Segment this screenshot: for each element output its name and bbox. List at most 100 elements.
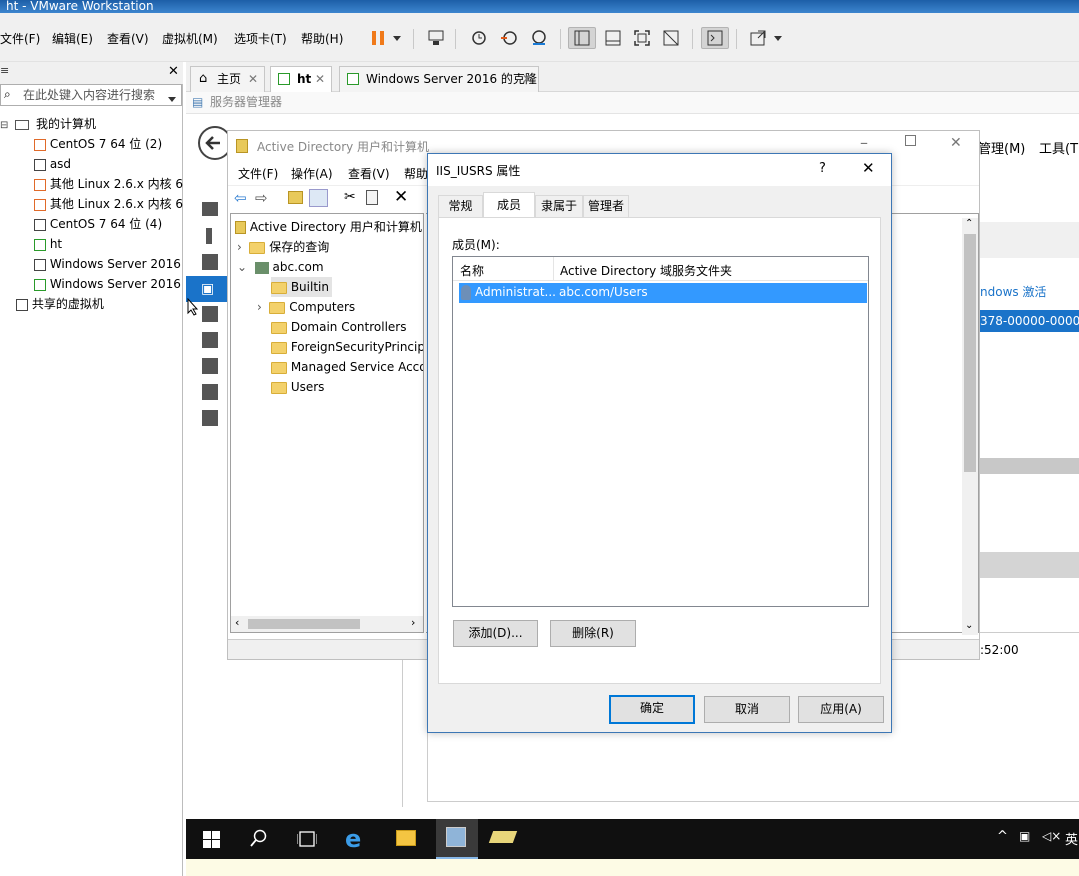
task-view-icon[interactable] bbox=[296, 831, 318, 850]
library-shared[interactable]: 共享的虚拟机 bbox=[16, 294, 104, 314]
remote-access-icon[interactable] bbox=[202, 410, 218, 426]
console-tree-icon[interactable] bbox=[309, 189, 328, 207]
send-keys-icon[interactable] bbox=[422, 27, 450, 49]
aduc-menu-help[interactable]: 帮助 bbox=[404, 165, 428, 182]
menu-file[interactable]: 文件(F) bbox=[0, 30, 40, 47]
thumbnail-icon[interactable] bbox=[599, 27, 627, 49]
library-vm[interactable]: 其他 Linux 2.6.x 内核 6 bbox=[34, 194, 183, 214]
tab-ht[interactable]: ht ✕ bbox=[270, 66, 332, 93]
menu-help[interactable]: 帮助(H) bbox=[301, 30, 343, 47]
library-vm[interactable]: Windows Server 2016 bbox=[34, 254, 181, 274]
close-tab-icon[interactable]: ✕ bbox=[315, 67, 325, 91]
aduc-menu-view[interactable]: 查看(V) bbox=[348, 165, 390, 182]
ad-users-computers-taskbar-icon[interactable] bbox=[488, 831, 518, 843]
collapse-icon[interactable]: ⊟ bbox=[0, 120, 8, 131]
aduc-tree-ou[interactable]: Domain Controllers bbox=[271, 317, 407, 337]
dropdown-icon[interactable] bbox=[388, 27, 406, 49]
search-icon[interactable] bbox=[250, 829, 268, 850]
apply-button[interactable]: 应用(A) bbox=[798, 696, 884, 723]
all-servers-icon[interactable] bbox=[202, 254, 218, 270]
paste-icon[interactable] bbox=[366, 190, 378, 205]
windows-activation-link[interactable]: ndows 激活 bbox=[980, 283, 1046, 300]
aduc-tree-ou[interactable]: Users bbox=[271, 377, 324, 397]
product-id-row[interactable]: 378-00000-00000 bbox=[980, 310, 1079, 332]
library-icon[interactable] bbox=[568, 27, 596, 49]
dashboard-icon[interactable] bbox=[202, 202, 218, 216]
aduc-tree-ou[interactable]: Managed Service Acco bbox=[271, 357, 423, 377]
search-dropdown-icon[interactable] bbox=[168, 91, 176, 105]
close-icon[interactable]: ✕ bbox=[168, 64, 179, 79]
horizontal-scrollbar[interactable]: ‹ › bbox=[231, 616, 423, 632]
menu-tabs[interactable]: 选项卡(T) bbox=[234, 30, 287, 47]
fullscreen-icon[interactable] bbox=[628, 27, 656, 49]
revert-snapshot-icon[interactable] bbox=[495, 27, 523, 49]
add-button[interactable]: 添加(D)... bbox=[453, 620, 538, 647]
scroll-up-icon[interactable]: ⌃ bbox=[965, 218, 973, 229]
delete-icon[interactable]: ✕ bbox=[394, 187, 408, 207]
unity-icon[interactable] bbox=[657, 27, 685, 49]
stretch-icon[interactable] bbox=[744, 27, 772, 49]
ad-cs-icon[interactable] bbox=[202, 384, 218, 400]
console-icon[interactable] bbox=[701, 27, 729, 49]
cancel-button[interactable]: 取消 bbox=[704, 696, 790, 723]
menu-vm[interactable]: 虚拟机(M) bbox=[162, 30, 218, 47]
column-header-folder[interactable]: Active Directory 域服务文件夹 bbox=[560, 262, 732, 279]
tab-member-of[interactable]: 隶属于 bbox=[535, 195, 583, 217]
minimize-icon[interactable]: – bbox=[860, 133, 868, 152]
menu-edit[interactable]: 编辑(E) bbox=[52, 30, 93, 47]
dns-icon[interactable] bbox=[202, 358, 218, 374]
menu-view[interactable]: 查看(V) bbox=[107, 30, 149, 47]
back-icon[interactable]: ⇦ bbox=[234, 189, 247, 207]
library-vm[interactable]: CentOS 7 64 位 (4) bbox=[34, 214, 162, 234]
tab-general[interactable]: 常规 bbox=[438, 195, 483, 217]
tab-home[interactable]: ⌂ 主页 ✕ bbox=[190, 66, 265, 92]
library-search-input[interactable]: 在此处键入内容进行搜索 bbox=[0, 84, 182, 106]
ok-button[interactable]: 确定 bbox=[609, 695, 695, 724]
expand-icon[interactable]: › bbox=[237, 240, 242, 254]
aduc-tree-root[interactable]: Active Directory 用户和计算机 bbox=[235, 217, 422, 237]
tab-members[interactable]: 成员 bbox=[483, 192, 535, 218]
library-vm[interactable]: Windows Server 2016 bbox=[34, 274, 181, 294]
iis-icon[interactable] bbox=[202, 332, 218, 348]
file-explorer-icon[interactable] bbox=[396, 830, 416, 846]
library-vm[interactable]: asd bbox=[34, 154, 71, 174]
maximize-icon[interactable] bbox=[905, 135, 916, 146]
column-header-name[interactable]: 名称 bbox=[460, 262, 484, 279]
library-vm[interactable]: ht bbox=[34, 234, 62, 254]
tab-managed-by[interactable]: 管理者 bbox=[583, 195, 629, 217]
aduc-menu-file[interactable]: 文件(F) bbox=[238, 165, 278, 182]
library-vm[interactable]: CentOS 7 64 位 (2) bbox=[34, 134, 162, 154]
help-button[interactable]: ? bbox=[819, 161, 826, 176]
cut-icon[interactable]: ✂ bbox=[344, 189, 356, 205]
local-server-icon[interactable] bbox=[206, 228, 212, 244]
menu-tools[interactable]: 工具(T bbox=[1039, 138, 1078, 157]
scroll-thumb[interactable] bbox=[248, 619, 360, 629]
file-services-icon[interactable] bbox=[202, 306, 218, 322]
server-manager-taskbar-button[interactable] bbox=[436, 819, 478, 859]
remove-button[interactable]: 删除(R) bbox=[550, 620, 636, 647]
show-hidden-icons[interactable]: ^ bbox=[997, 829, 1008, 844]
close-tab-icon[interactable]: ✕ bbox=[522, 67, 532, 91]
expand-icon[interactable]: › bbox=[257, 300, 262, 314]
tab-windows-server-clone[interactable]: Windows Server 2016 的克隆 ✕ bbox=[339, 66, 539, 92]
aduc-menu-action[interactable]: 操作(A) bbox=[291, 165, 333, 182]
up-level-icon[interactable] bbox=[288, 191, 303, 204]
close-icon[interactable]: ✕ bbox=[862, 159, 875, 177]
vertical-scrollbar[interactable]: ⌃ ⌄ bbox=[962, 218, 978, 635]
close-tab-icon[interactable]: ✕ bbox=[248, 67, 258, 91]
windows-start-icon[interactable] bbox=[203, 831, 220, 851]
snapshot-manager-icon[interactable] bbox=[525, 27, 553, 49]
volume-icon[interactable]: ◁× bbox=[1042, 829, 1061, 843]
scroll-left-icon[interactable]: ‹ bbox=[235, 616, 239, 629]
aduc-tree-ou[interactable]: ForeignSecurityPrincipa bbox=[271, 337, 423, 357]
members-list[interactable]: 名称 Active Directory 域服务文件夹 Administrat..… bbox=[452, 256, 869, 607]
scroll-down-icon[interactable]: ⌄ bbox=[965, 620, 973, 631]
input-language[interactable]: 英 bbox=[1065, 829, 1078, 848]
aduc-tree-domain[interactable]: ⌄ abc.com bbox=[237, 257, 324, 277]
menu-manage[interactable]: 管理(M) bbox=[978, 138, 1025, 157]
table-row[interactable]: Administrat... abc.com/Users bbox=[459, 283, 867, 303]
aduc-tree-ou[interactable]: Builtin bbox=[271, 277, 332, 297]
library-root[interactable]: ⊟ 我的计算机 bbox=[0, 114, 183, 134]
library-vm[interactable]: 其他 Linux 2.6.x 内核 6 bbox=[34, 174, 183, 194]
scroll-thumb[interactable] bbox=[964, 234, 976, 472]
